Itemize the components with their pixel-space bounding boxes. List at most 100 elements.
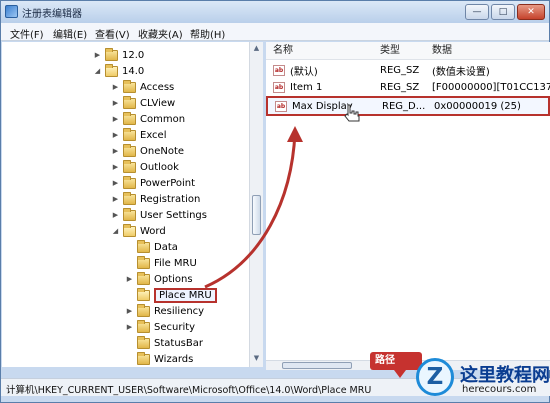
tree-item[interactable]: ▶ Outlook: [111, 159, 179, 175]
value-row[interactable]: ab Max Display REG_D... 0x00000019 (25): [266, 96, 550, 116]
expand-toggle-icon[interactable]: ▶: [125, 307, 134, 315]
tree-item[interactable]: ▶ CLView: [111, 95, 175, 111]
registry-editor-app-icon: [5, 5, 18, 18]
menu-help[interactable]: 帮助(H): [190, 26, 225, 41]
folder-icon: [105, 63, 118, 77]
value-data: 0x00000019 (25): [434, 100, 521, 112]
window-title: 注册表编辑器: [22, 9, 82, 20]
folder-icon: [137, 239, 150, 253]
tree-item-label: User Settings: [140, 209, 207, 221]
tree-item[interactable]: ◢ Word: [111, 223, 166, 239]
tree-item[interactable]: ▶ User Settings: [111, 207, 207, 223]
expand-toggle-icon[interactable]: ▶: [111, 99, 120, 107]
tree-item-label: Options: [154, 273, 193, 285]
tree-item[interactable]: ▶ PowerPoint: [111, 175, 195, 191]
tree-item-label: File MRU: [154, 257, 197, 269]
tree-item[interactable]: ▶ Registration: [111, 191, 200, 207]
menu-view[interactable]: 查看(V): [95, 26, 130, 41]
column-header-name[interactable]: 名称: [266, 42, 380, 60]
tree-item-label: Registration: [140, 193, 201, 205]
tree-item-label: Data: [154, 241, 178, 253]
folder-icon: [123, 207, 136, 221]
value-data: [F00000000][T01CC13736: [432, 81, 550, 93]
expand-toggle-icon[interactable]: ▶: [111, 195, 120, 203]
folder-icon: [137, 319, 150, 333]
expand-toggle-icon[interactable]: ▶: [111, 131, 120, 139]
expand-toggle-icon[interactable]: ▶: [125, 323, 134, 331]
site-watermark: Z 这里教程网 herecours.com: [412, 358, 550, 401]
value-row[interactable]: ab Item 1 REG_SZ [F00000000][T01CC13736: [266, 79, 550, 95]
folder-icon: [123, 95, 136, 109]
folder-icon: [123, 191, 136, 205]
string-value-icon: ab: [275, 100, 287, 112]
tree-item[interactable]: ◢ 14.0: [93, 63, 144, 79]
tree-item[interactable]: ▶ Common: [111, 111, 185, 127]
maximize-button[interactable]: □: [491, 4, 515, 20]
tree-item[interactable]: Data: [125, 239, 178, 255]
tree-item[interactable]: Wizards: [125, 351, 193, 367]
tree-item[interactable]: ▶ Security: [125, 319, 195, 335]
expand-toggle-icon[interactable]: ▶: [111, 163, 120, 171]
folder-icon: [123, 127, 136, 141]
expand-toggle-icon[interactable]: ▶: [111, 179, 120, 187]
tree-item[interactable]: StatusBar: [125, 335, 203, 351]
folder-icon: [137, 287, 150, 301]
expand-toggle-icon[interactable]: ▶: [111, 83, 120, 91]
folder-icon: [123, 143, 136, 157]
tree-item-label: Word: [140, 225, 166, 237]
tree-item[interactable]: ▶ 12.0: [93, 47, 144, 63]
tree-item-label: Resiliency: [154, 305, 205, 317]
string-value-icon: ab: [273, 64, 285, 76]
folder-icon: [123, 111, 136, 125]
tree-item-label: 14.0: [122, 65, 145, 77]
expand-toggle-icon[interactable]: ◢: [93, 67, 102, 75]
horizontal-scroll-thumb[interactable]: [282, 362, 352, 369]
folder-icon: [123, 175, 136, 189]
folder-icon: [137, 271, 150, 285]
status-path: 计算机\HKEY_CURRENT_USER\Software\Microsoft…: [6, 385, 372, 396]
expand-toggle-icon[interactable]: ▶: [93, 51, 102, 59]
tree-item-label: Outlook: [140, 161, 179, 173]
folder-icon: [123, 79, 136, 93]
values-pane: 名称 类型 数据 ab (默认) REG_SZ (数值未设置) ab Item 1 REG_…: [266, 42, 550, 367]
minimize-button[interactable]: —: [465, 4, 489, 20]
folder-icon: [137, 255, 150, 269]
folder-icon: [123, 159, 136, 173]
value-row[interactable]: ab (默认) REG_SZ (数值未设置): [266, 62, 550, 78]
tree-item[interactable]: ▶ Resiliency: [125, 303, 204, 319]
menu-file[interactable]: 文件(F): [10, 26, 44, 41]
folder-icon: [137, 335, 150, 349]
expand-toggle-icon[interactable]: ◢: [111, 227, 120, 235]
scroll-thumb[interactable]: [252, 195, 261, 235]
tree-item[interactable]: ▶ Excel: [111, 127, 167, 143]
menu-edit[interactable]: 编辑(E): [53, 26, 87, 41]
expand-toggle-icon[interactable]: ▶: [111, 115, 120, 123]
tree-item[interactable]: ▶ Access: [111, 79, 174, 95]
tree-vertical-scrollbar[interactable]: ▲ ▼: [249, 42, 263, 367]
close-button[interactable]: ✕: [517, 4, 545, 20]
column-header-data[interactable]: 数据: [432, 42, 550, 60]
tree-item-label: Wizards: [154, 353, 194, 365]
folder-icon: [137, 351, 150, 365]
tree-item-label: StatusBar: [154, 337, 203, 349]
value-type: REG_SZ: [380, 64, 420, 76]
expand-toggle-icon[interactable]: ▶: [125, 275, 134, 283]
tree-item-label: Access: [140, 81, 175, 93]
watermark-logo: Z: [416, 358, 454, 396]
tree-item-label: PowerPoint: [140, 177, 196, 189]
watermark-url: herecours.com: [462, 384, 537, 395]
folder-icon: [123, 223, 136, 237]
tree-item[interactable]: File MRU: [125, 255, 197, 271]
folder-icon: [137, 303, 150, 317]
tree-item[interactable]: Place MRU: [125, 287, 217, 303]
tree-item[interactable]: ▶ Options: [125, 271, 193, 287]
expand-toggle-icon[interactable]: ▶: [111, 147, 120, 155]
tree-item-label: Excel: [140, 129, 167, 141]
tree-item-label: Place MRU: [154, 287, 217, 303]
tree-item[interactable]: ▶ OneNote: [111, 143, 184, 159]
column-header-type[interactable]: 类型: [380, 42, 432, 60]
scroll-up-icon[interactable]: ▲: [252, 44, 261, 53]
expand-toggle-icon[interactable]: ▶: [111, 211, 120, 219]
menu-favorites[interactable]: 收藏夹(A): [138, 26, 183, 41]
scroll-down-icon[interactable]: ▼: [252, 354, 261, 363]
